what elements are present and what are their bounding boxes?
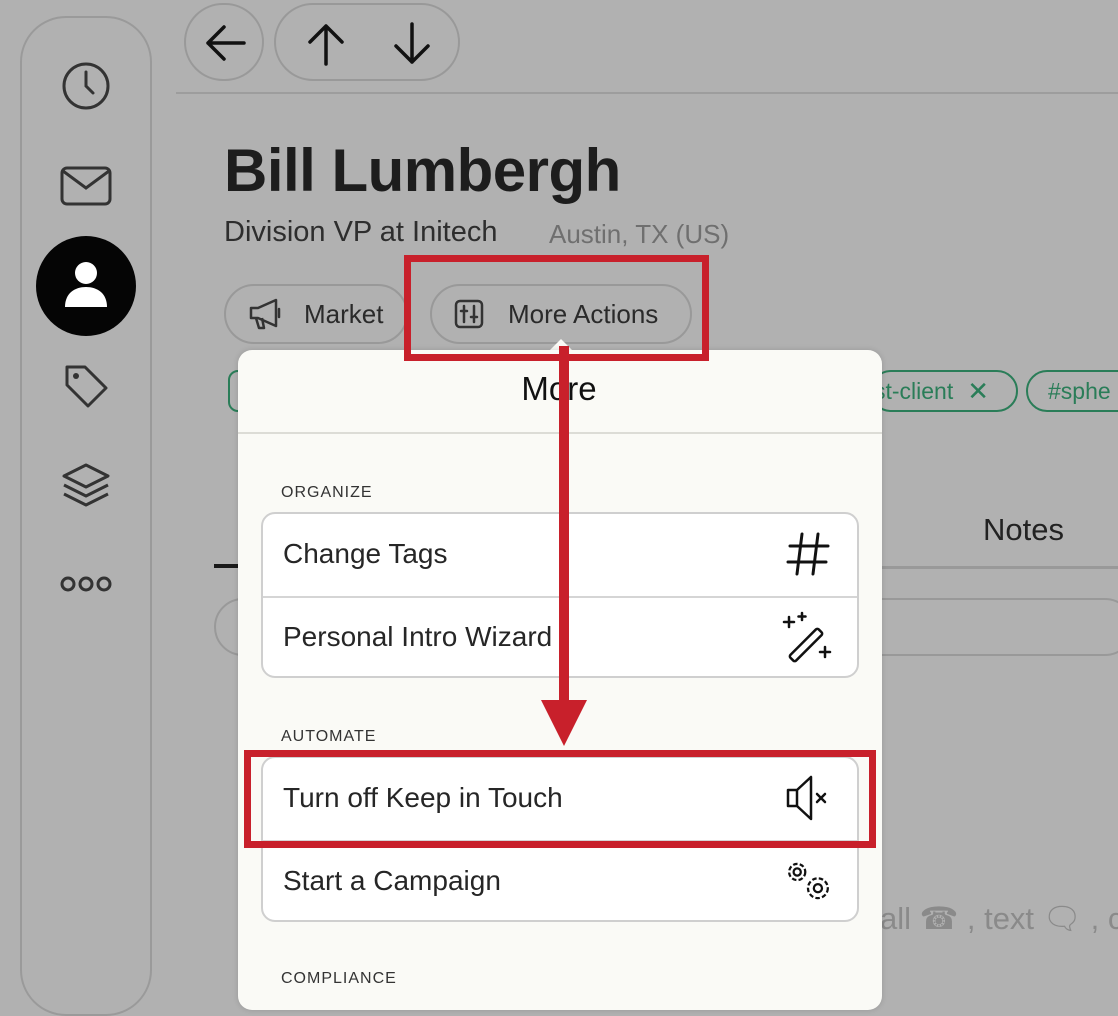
annotation-arrow-head [541, 700, 587, 746]
gears-icon [781, 854, 835, 908]
item-label: Start a Campaign [283, 865, 501, 896]
annotation-arrow-shaft [559, 346, 569, 706]
item-label: Personal Intro Wizard [283, 621, 553, 652]
mail-icon[interactable] [58, 158, 114, 214]
highlight-more-actions [404, 255, 709, 361]
arrow-left-icon [204, 23, 246, 68]
section-heading-compliance: Compliance [281, 962, 397, 988]
back-button[interactable] [184, 3, 264, 81]
section-heading-organize: Organize [281, 476, 373, 502]
active-tab-indicator [214, 564, 240, 568]
layers-icon[interactable] [58, 458, 114, 514]
contact-name: Bill Lumbergh [224, 137, 621, 204]
contact-location: Austin, TX (US) [549, 219, 730, 249]
more-dots-icon[interactable] [58, 556, 114, 612]
start-a-campaign-item[interactable]: Start a Campaign [263, 840, 857, 920]
highlight-turn-off-keep-in-touch [244, 750, 876, 848]
background-hint-text: all ☎ , text 🗨 , c [880, 901, 1118, 936]
tab-underline [880, 566, 1118, 569]
market-label: Market [304, 298, 384, 329]
prev-next-group [274, 3, 460, 81]
person-icon [63, 259, 109, 314]
arrow-down-icon[interactable] [392, 22, 432, 71]
clock-icon[interactable] [58, 58, 114, 114]
tab-notes[interactable]: Notes [983, 512, 1064, 548]
market-button[interactable]: Market [224, 284, 408, 344]
header-divider [176, 92, 1118, 94]
arrow-up-icon[interactable] [306, 22, 346, 71]
section-heading-automate: Automate [281, 720, 377, 746]
magic-wand-icon [781, 610, 835, 664]
contact-title: Division VP at Initech [224, 216, 498, 248]
megaphone-icon [248, 297, 284, 331]
contacts-nav-active[interactable] [36, 236, 136, 336]
hashtag-icon [781, 527, 835, 581]
item-label: Change Tags [283, 538, 448, 569]
